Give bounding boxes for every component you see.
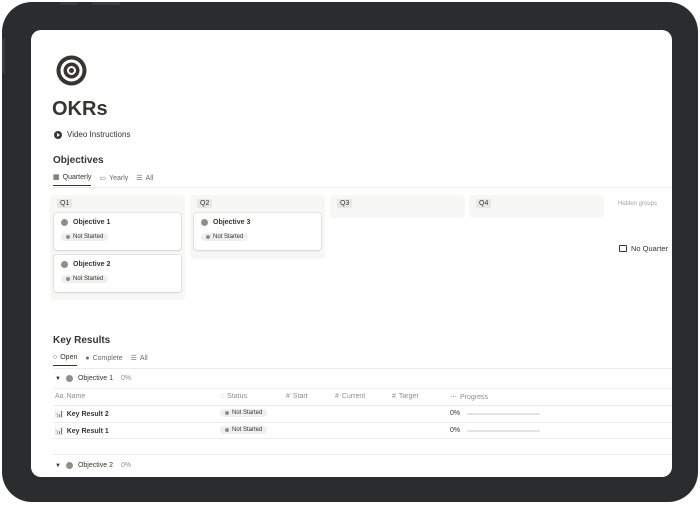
hidden-group-no-quarter[interactable]: No Quarter (619, 244, 668, 253)
board-column-q4: Q4 (469, 195, 604, 218)
tablet-button (92, 2, 120, 5)
tab-complete[interactable]: ● Complete (85, 355, 122, 366)
list-icon: ☰ (136, 174, 143, 182)
page-icon (65, 375, 73, 382)
page-icon (65, 462, 73, 469)
status-badge: Not Started (61, 233, 109, 241)
tab-quarterly[interactable]: ▦ Quarterly (53, 174, 92, 186)
objectives-view-tabs: ▦ Quarterly ▭ Yearly ☰ All (53, 174, 153, 186)
column-header-start[interactable]: # Start (286, 393, 308, 400)
column-header: Q1 (54, 199, 181, 213)
tab-all-key-results[interactable]: ☰ All (131, 355, 148, 366)
divider (53, 454, 672, 455)
table-row[interactable]: 📊 Key Result 2 Not Started 0% (53, 405, 672, 422)
tab-open[interactable]: ○ Open (53, 354, 78, 366)
table-row[interactable]: 📊 Key Result 1 Not Started 0% (53, 422, 672, 439)
formula-property-icon: ⋯ (450, 394, 457, 401)
list-icon: ☰ (130, 354, 137, 362)
tab-yearly[interactable]: ▭ Yearly (99, 175, 128, 186)
status-badge: Not Started (201, 233, 249, 241)
inbox-icon (619, 245, 627, 252)
number-property-icon: # (286, 393, 290, 400)
page-title: OKRs (52, 98, 108, 120)
calendar-icon: ▭ (99, 174, 107, 182)
board-column-q3: Q3 (330, 195, 465, 218)
group-header-objective-1[interactable]: ▼ Objective 1 0% (55, 375, 131, 382)
board-column-q2: Q2 Objective 3 Not Started (190, 195, 325, 259)
divider (53, 187, 672, 188)
number-property-icon: # (392, 393, 396, 400)
column-header-status[interactable]: ◌ Status (220, 393, 247, 400)
screen: OKRs Video Instructions Objectives ▦ Qua… (31, 30, 672, 477)
column-header-current[interactable]: # Current (335, 393, 365, 400)
check-circle-icon: ● (85, 354, 90, 362)
target-icon (56, 55, 87, 86)
column-header-name[interactable]: Aa Name (55, 393, 85, 400)
objective-card[interactable]: Objective 1 Not Started (54, 213, 181, 250)
key-results-title: Key Results (53, 335, 111, 346)
column-header: Q3 (334, 199, 461, 213)
divider (53, 368, 672, 369)
tablet-frame: OKRs Video Instructions Objectives ▦ Qua… (2, 2, 698, 502)
board-column-q1: Q1 Objective 1 Not Started Objective 2 N… (50, 195, 185, 300)
objectives-title: Objectives (53, 155, 104, 166)
objective-card[interactable]: Objective 3 Not Started (194, 213, 321, 250)
text-property-icon: Aa (55, 393, 64, 400)
hidden-groups-label: Hidden groups (618, 201, 658, 207)
status-badge: Not Started (220, 426, 268, 434)
tablet-button (2, 38, 5, 74)
objective-card[interactable]: Objective 2 Not Started (54, 255, 181, 292)
video-instructions-button[interactable]: Video Instructions (54, 130, 130, 139)
group-header-objective-2[interactable]: ▼ Objective 2 0% (55, 462, 131, 469)
tablet-button (60, 2, 78, 5)
column-header: Q2 (194, 199, 321, 213)
video-instructions-label: Video Instructions (67, 130, 131, 139)
status-property-icon: ◌ (220, 393, 225, 400)
play-icon (54, 130, 62, 139)
tab-all-objectives[interactable]: ☰ All (136, 175, 153, 186)
table-header-row: Aa Name ◌ Status # Start # Current # Target ⋯… (53, 388, 672, 405)
chart-icon: 📊 (55, 411, 64, 418)
column-header-progress[interactable]: ⋯ Progress (450, 393, 488, 402)
calendar-icon: ▦ (53, 174, 60, 181)
status-badge: Not Started (220, 409, 268, 417)
caret-down-icon: ▼ (55, 375, 61, 382)
page-icon (61, 219, 68, 226)
column-header-target[interactable]: # Target (392, 393, 418, 400)
page-icon (201, 219, 208, 226)
progress-bar (467, 429, 541, 432)
page-icon (61, 261, 68, 268)
circle-icon: ○ (53, 354, 58, 361)
number-property-icon: # (335, 393, 339, 400)
status-badge: Not Started (61, 275, 109, 283)
key-results-table: Aa Name ◌ Status # Start # Current # Target ⋯… (53, 388, 672, 439)
column-header: Q4 (473, 199, 600, 213)
key-results-view-tabs: ○ Open ● Complete ☰ All (53, 354, 148, 366)
chart-icon: 📊 (55, 428, 64, 435)
progress-bar (467, 412, 541, 415)
caret-down-icon: ▼ (55, 462, 61, 469)
